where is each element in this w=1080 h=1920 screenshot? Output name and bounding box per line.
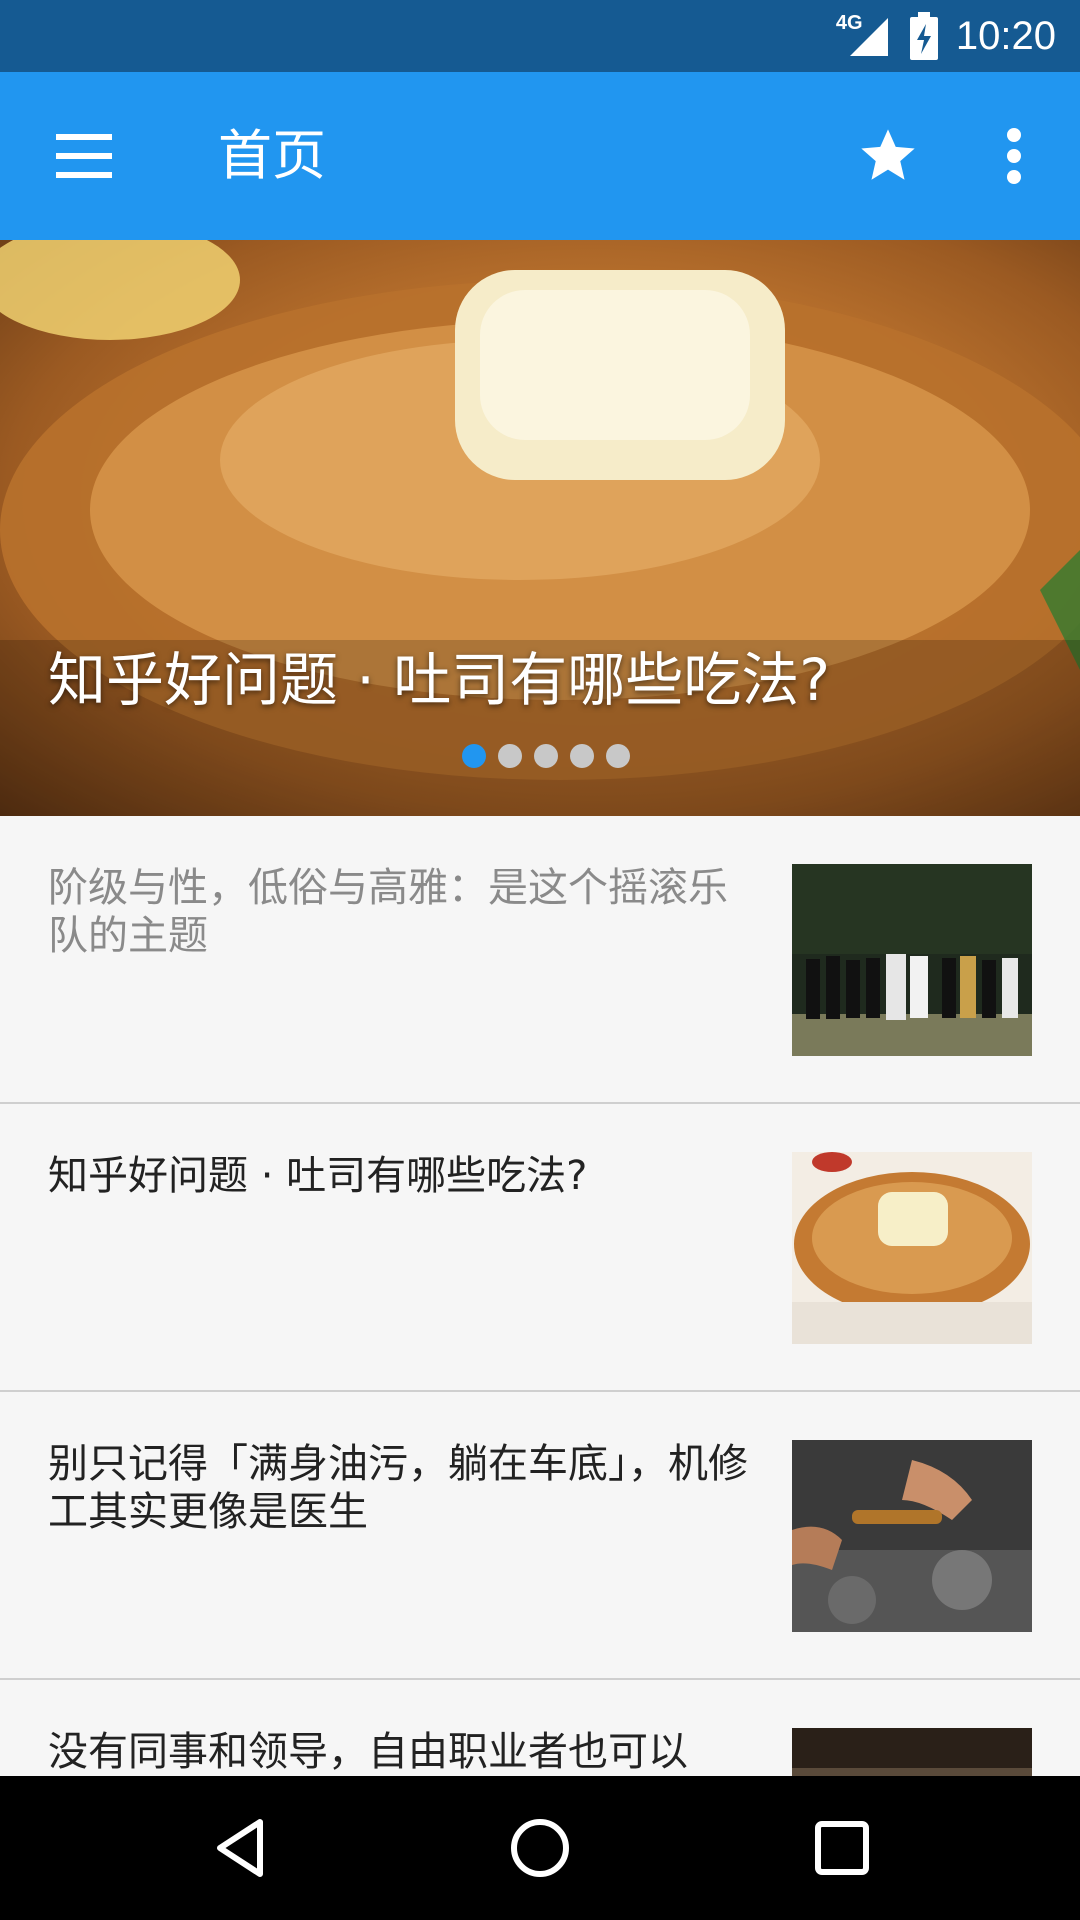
app-bar: 首页 — [0, 72, 1080, 240]
status-time: 10:20 — [955, 13, 1056, 58]
list-item[interactable]: 阶级与性，低俗与高雅：是这个摇滚乐队的主题 — [0, 816, 1080, 1104]
item-title: 阶级与性，低俗与高雅：是这个摇滚乐队的主题 — [48, 865, 728, 959]
battery-icon — [909, 12, 938, 60]
item-thumbnail — [792, 864, 1032, 1056]
home-icon[interactable] — [508, 1816, 572, 1880]
banner-carousel[interactable] — [0, 240, 1080, 816]
carousel-indicator — [462, 744, 630, 768]
item-title: 知乎好问题 · 吐司有哪些吃法? — [48, 1153, 588, 1199]
more-vert-icon[interactable] — [1000, 124, 1028, 188]
navigation-bar — [0, 1776, 1080, 1920]
status-bar: 4G 10:20 — [0, 0, 1080, 72]
item-title: 没有同事和领导，自由职业者也可以 — [48, 1729, 688, 1775]
banner-title: 知乎好问题 · 吐司有哪些吃法? — [48, 646, 831, 714]
story-list: 阶级与性，低俗与高雅：是这个摇滚乐队的主题 知乎好问题 · 吐司有哪些吃法? 别… — [0, 816, 1080, 1920]
carousel-dot[interactable] — [534, 744, 558, 768]
item-title: 别只记得「满身油污，躺在车底」，机修工其实更像是医生 — [48, 1441, 748, 1535]
carousel-dot[interactable] — [498, 744, 522, 768]
star-icon[interactable] — [856, 124, 920, 188]
menu-icon[interactable] — [56, 134, 112, 178]
recents-icon[interactable] — [812, 1818, 872, 1878]
back-icon[interactable] — [210, 1816, 274, 1880]
carousel-dot[interactable] — [570, 744, 594, 768]
list-item[interactable]: 别只记得「满身油污，躺在车底」，机修工其实更像是医生 — [0, 1392, 1080, 1680]
item-thumbnail — [792, 1440, 1032, 1632]
carousel-dot[interactable] — [606, 744, 630, 768]
signal-icon: 4G — [836, 12, 892, 58]
page-title: 首页 — [218, 124, 326, 187]
carousel-dot[interactable] — [462, 744, 486, 768]
item-thumbnail — [792, 1152, 1032, 1344]
list-item[interactable]: 知乎好问题 · 吐司有哪些吃法? — [0, 1104, 1080, 1392]
banner-image — [0, 240, 1080, 816]
